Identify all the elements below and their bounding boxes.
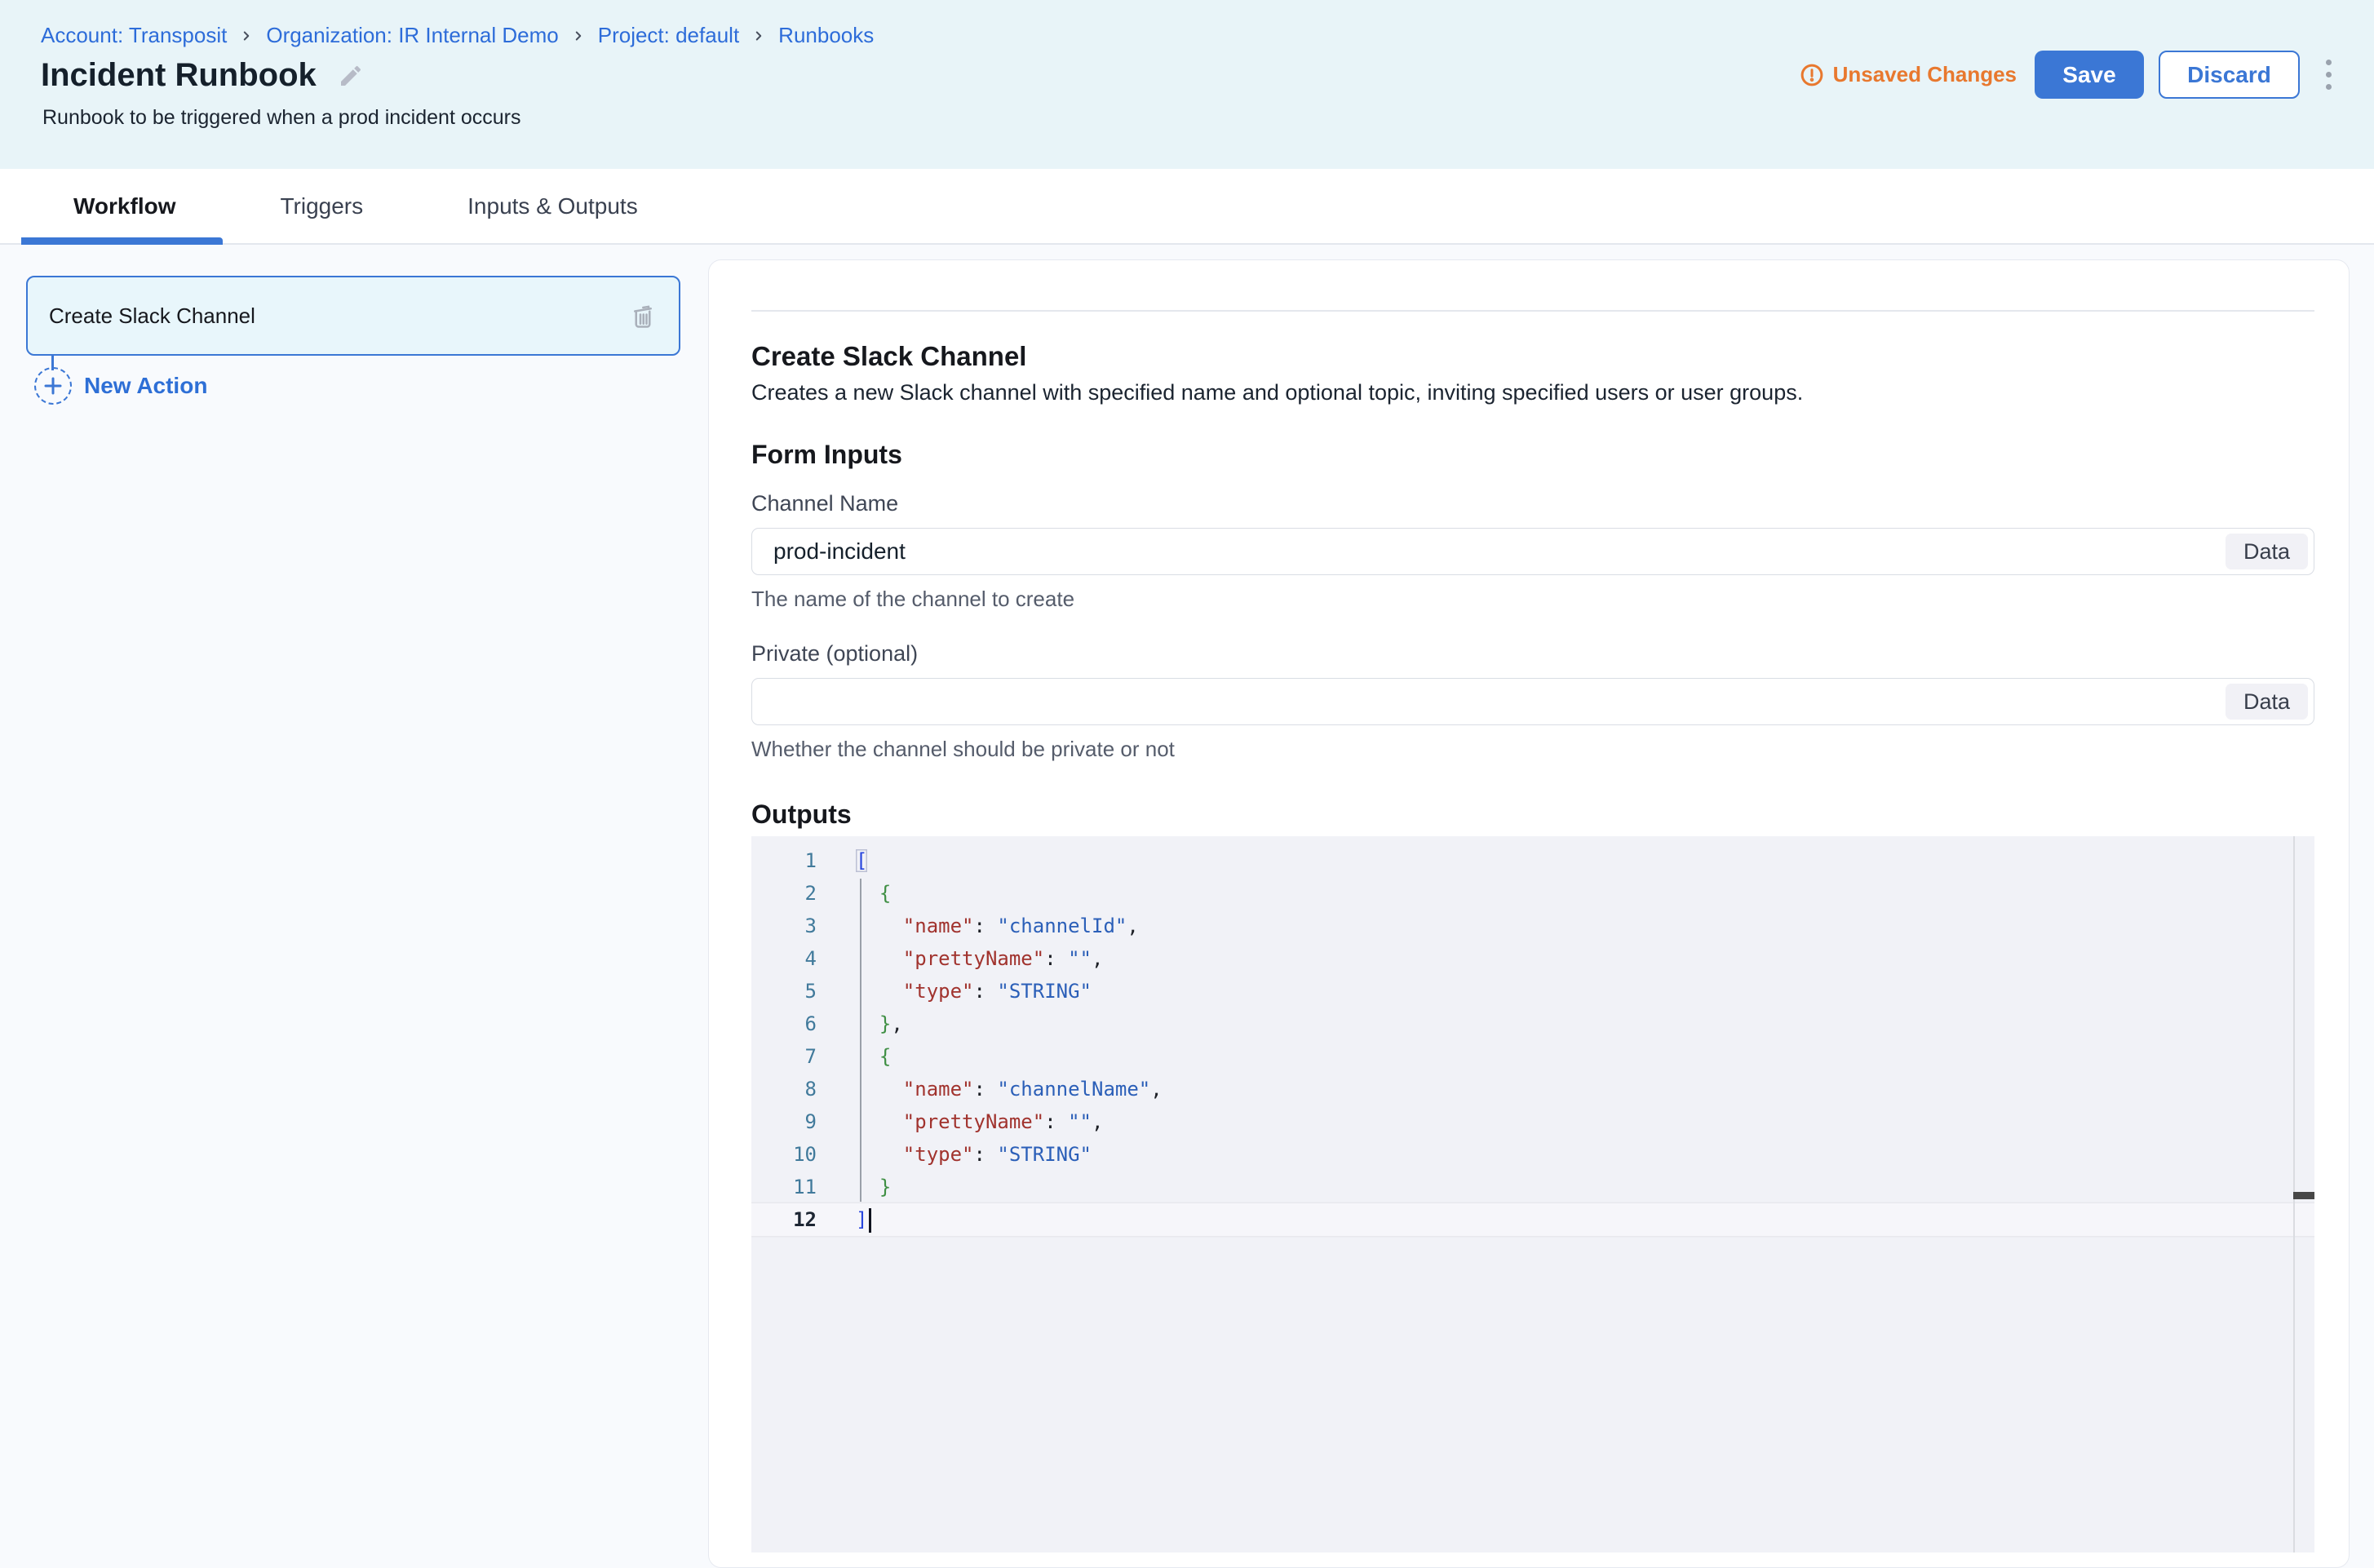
delete-action-trash-icon[interactable] (628, 301, 658, 330)
code-line[interactable]: 5 "type": "STRING" (751, 975, 2314, 1008)
line-number: 5 (751, 975, 817, 1008)
plus-icon (34, 367, 72, 405)
channel-name-label: Channel Name (751, 491, 2314, 516)
breadcrumb-project[interactable]: Project: default (598, 23, 739, 48)
outputs-heading: Outputs (751, 800, 2314, 830)
action-title: Create Slack Channel (751, 341, 2314, 372)
line-number: 10 (751, 1138, 817, 1171)
line-number: 7 (751, 1040, 817, 1073)
private-label: Private (optional) (751, 641, 2314, 667)
code-line[interactable]: 6 }, (751, 1008, 2314, 1040)
action-description: Creates a new Slack channel with specifi… (751, 380, 2314, 405)
line-number: 2 (751, 877, 817, 910)
form-inputs-heading: Form Inputs (751, 440, 2314, 470)
divider (751, 310, 2314, 312)
new-action-button[interactable]: New Action (34, 367, 207, 405)
line-number: 1 (751, 844, 817, 877)
runbook-page: Account: Transposit Organization: IR Int… (0, 0, 2374, 1568)
page-title: Incident Runbook (41, 57, 317, 94)
unsaved-changes-label: Unsaved Changes (1833, 62, 2017, 87)
field-private: Private (optional) Data Whether the chan… (751, 641, 2314, 762)
line-number: 8 (751, 1073, 817, 1105)
code-line[interactable]: 9 "prettyName": "", (751, 1105, 2314, 1138)
tab-workflow[interactable]: Workflow (21, 169, 228, 243)
channel-name-helper: The name of the channel to create (751, 587, 2314, 612)
save-button[interactable]: Save (2035, 51, 2144, 99)
code-line[interactable]: 4 "prettyName": "", (751, 942, 2314, 975)
tab-inputs-outputs[interactable]: Inputs & Outputs (415, 169, 690, 243)
text-cursor (869, 1208, 871, 1233)
outputs-code-editor[interactable]: 1[2 {3 "name": "channelId",4 "prettyName… (751, 836, 2314, 1552)
code-line[interactable]: 10 "type": "STRING" (751, 1138, 2314, 1171)
indent-guide-line (860, 879, 861, 1202)
action-card-create-slack-channel[interactable]: Create Slack Channel (26, 276, 680, 356)
code-line[interactable]: 3 "name": "channelId", (751, 910, 2314, 942)
chevron-right-icon (751, 29, 766, 43)
page-subtitle: Runbook to be triggered when a prod inci… (42, 106, 520, 130)
tab-triggers[interactable]: Triggers (228, 169, 415, 243)
discard-button[interactable]: Discard (2159, 51, 2300, 99)
code-line[interactable]: 2 { (751, 877, 2314, 910)
page-header: Account: Transposit Organization: IR Int… (0, 0, 2374, 169)
line-number: 4 (751, 942, 817, 975)
breadcrumb: Account: Transposit Organization: IR Int… (41, 23, 874, 48)
workflow-sidebar: Create Slack Channel New Action (0, 245, 708, 1568)
code-line[interactable]: 12] (751, 1203, 2314, 1236)
private-input[interactable] (751, 678, 2314, 725)
channel-name-input[interactable] (751, 528, 2314, 575)
line-number: 3 (751, 910, 817, 942)
chevron-right-icon (571, 29, 586, 43)
editor-scrollbar-thumb[interactable] (2293, 1192, 2314, 1199)
chevron-right-icon (239, 29, 254, 43)
warning-icon (1800, 63, 1824, 87)
code-line[interactable]: 7 { (751, 1040, 2314, 1073)
field-channel-name: Channel Name Data The name of the channe… (751, 491, 2314, 612)
unsaved-changes-badge: Unsaved Changes (1800, 62, 2017, 87)
private-data-button[interactable]: Data (2226, 684, 2308, 720)
line-number: 6 (751, 1008, 817, 1040)
code-line[interactable]: 8 "name": "channelName", (751, 1073, 2314, 1105)
code-lines: 1[2 {3 "name": "channelId",4 "prettyName… (751, 844, 2314, 1236)
action-card-label: Create Slack Channel (49, 303, 628, 329)
new-action-label: New Action (84, 373, 207, 399)
code-line[interactable]: 1[ (751, 844, 2314, 877)
tab-bar: Workflow Triggers Inputs & Outputs (0, 169, 2374, 245)
breadcrumb-account[interactable]: Account: Transposit (41, 23, 227, 48)
breadcrumb-runbooks[interactable]: Runbooks (778, 23, 874, 48)
channel-name-data-button[interactable]: Data (2226, 534, 2308, 569)
code-line[interactable]: 11 } (751, 1171, 2314, 1203)
edit-pencil-icon[interactable] (338, 63, 364, 89)
breadcrumb-organization[interactable]: Organization: IR Internal Demo (266, 23, 558, 48)
action-detail-panel: Create Slack Channel Creates a new Slack… (708, 259, 2350, 1568)
private-helper: Whether the channel should be private or… (751, 737, 2314, 762)
more-options-kebab-icon[interactable] (2318, 53, 2340, 96)
line-number: 9 (751, 1105, 817, 1138)
line-number: 11 (751, 1171, 817, 1203)
line-number: 12 (751, 1203, 817, 1236)
